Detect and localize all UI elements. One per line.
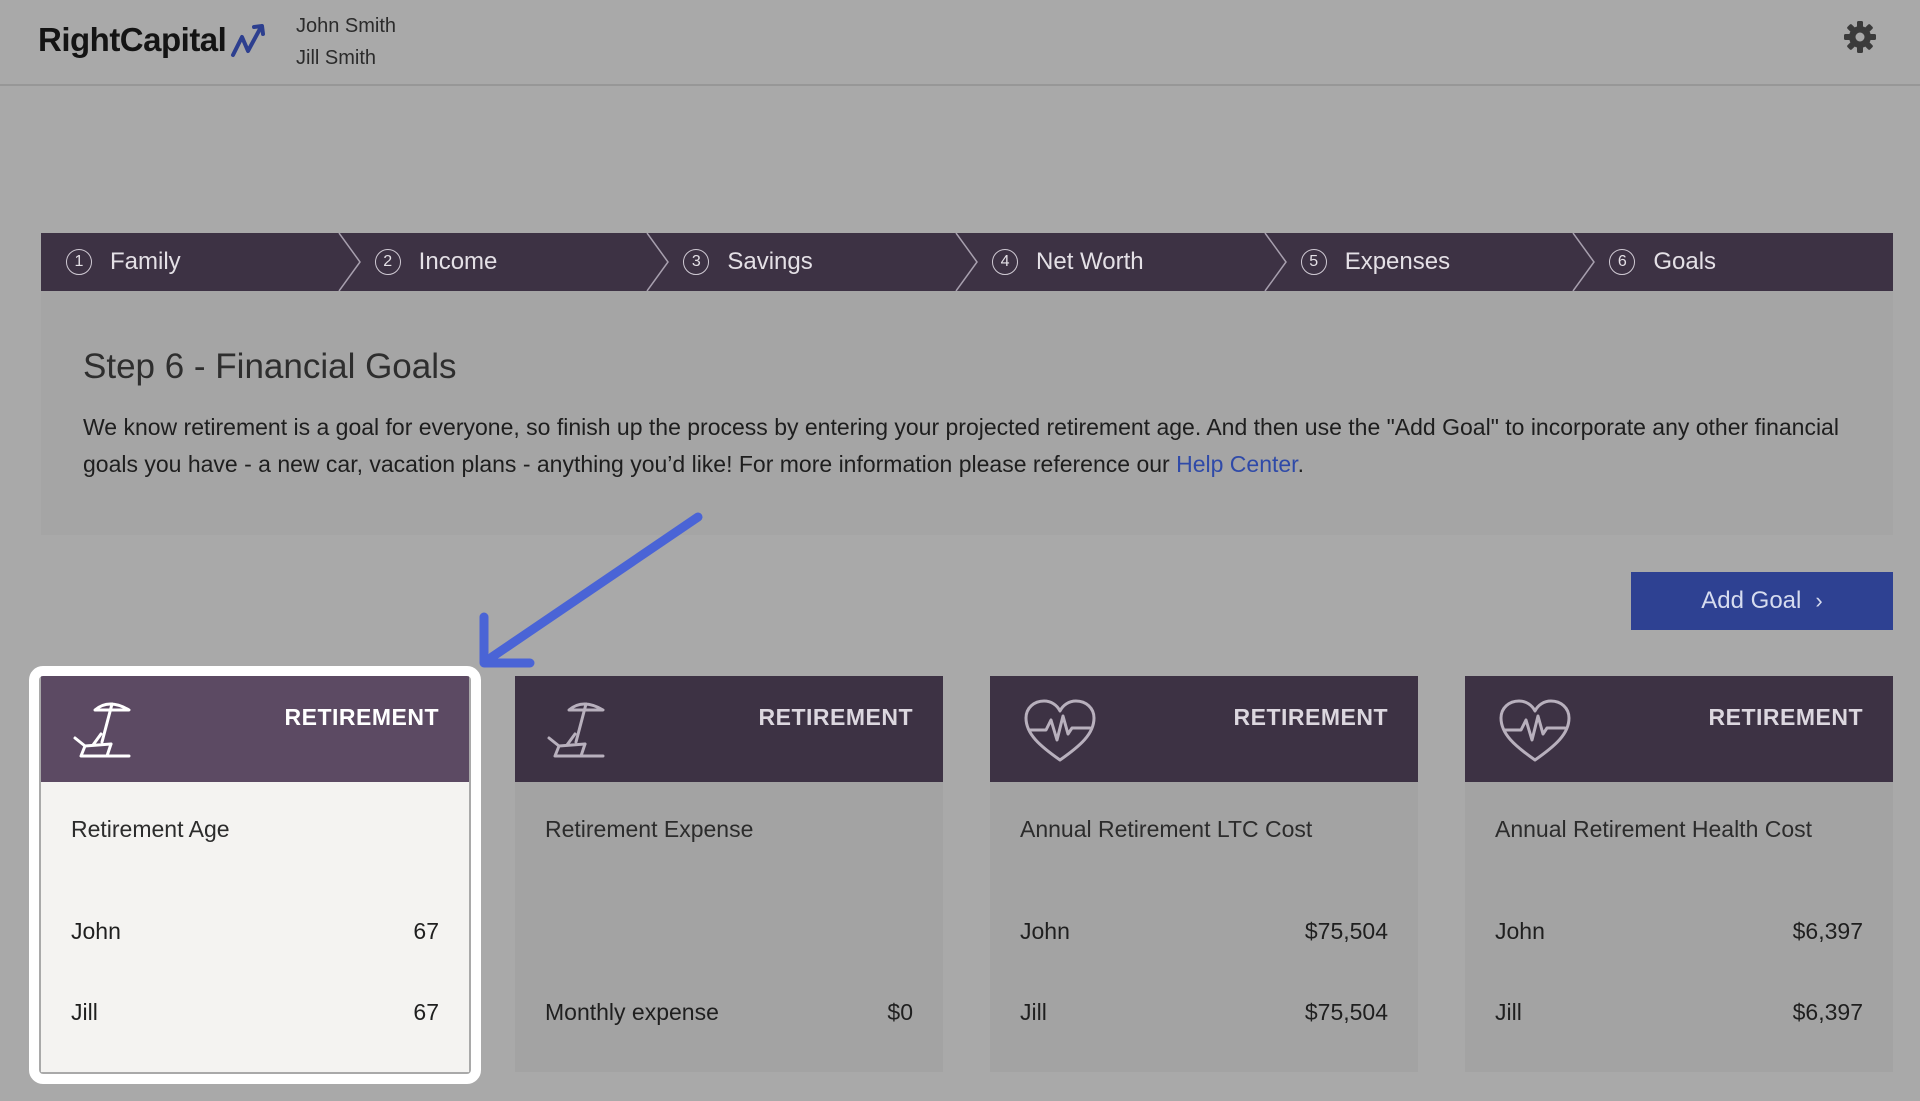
card-row: John $75,504 [1020,918,1388,945]
step-goals[interactable]: 6 Goals [1584,233,1893,291]
goal-category-tag: RETIREMENT [284,704,439,730]
logo[interactable]: RightCapital [38,20,272,60]
card-row: John $6,397 [1495,918,1863,945]
household-names: John Smith Jill Smith [296,10,396,74]
logo-text: RightCapital [38,21,227,58]
step-number: 5 [1300,249,1327,275]
step-number: 1 [66,249,92,275]
chevron-right-icon [1264,233,1287,291]
row-value: $6,397 [1792,999,1863,1025]
help-center-link[interactable]: Help Center [1176,451,1297,477]
onboarding-stepper: 1 Family 2 Income 3 Savings 4 Net Worth … [41,233,1893,291]
heart-pulse-icon [1499,699,1571,762]
card-row: Jill $75,504 [1020,999,1388,1026]
row-value: $6,397 [1792,918,1863,944]
step-number: 2 [374,249,401,275]
step-label: Savings [727,248,813,275]
step-description: We know retirement is a goal for everyon… [83,409,1843,483]
card-title: Annual Retirement Health Cost [1495,816,1813,842]
app-header: RightCapital John Smith Jill Smith [0,0,1920,86]
tutorial-arrow-icon [479,512,703,668]
row-label: Jill [71,999,98,1025]
page-title: Step 6 - Financial Goals [83,347,457,386]
row-label: Jill [1020,999,1047,1025]
card-header: RETIREMENT [990,676,1418,782]
description-text: We know retirement is a goal for everyon… [83,414,1839,477]
card-title: Retirement Age [71,816,230,842]
add-goal-button[interactable]: Add Goal › [1631,572,1893,630]
chevron-right-icon [646,233,670,291]
step-number: 3 [683,249,710,275]
step-expenses[interactable]: 5 Expenses [1276,233,1596,291]
step-number: 4 [992,249,1019,275]
card-title: Retirement Expense [545,816,754,842]
chevron-right-icon [955,233,978,291]
row-label: Jill [1495,999,1522,1025]
step-label: Income [418,248,498,275]
chevron-right-icon [338,233,361,291]
description-end: . [1297,451,1304,477]
row-value: $0 [887,999,913,1025]
trend-arrow-icon [231,24,266,57]
goal-category-tag: RETIREMENT [1233,704,1388,730]
row-value: 67 [413,918,439,944]
step-income[interactable]: 2 Income [350,233,670,291]
card-row: Monthly expense $0 [545,999,913,1026]
row-label: John [71,918,121,944]
goal-category-tag: RETIREMENT [1708,704,1863,730]
card-row: John 67 [71,918,439,945]
step-info-panel: Step 6 - Financial Goals We know retirem… [41,291,1893,535]
step-label: Goals [1653,248,1717,275]
step-number: 6 [1609,249,1636,275]
row-label: Monthly expense [545,999,719,1025]
heart-pulse-icon [1024,699,1096,762]
goal-category-tag: RETIREMENT [758,704,913,730]
card-header: RETIREMENT [41,676,469,782]
beach-chair-icon [73,702,131,758]
row-label: John [1495,918,1545,944]
add-goal-label: Add Goal [1701,587,1802,614]
goal-card-health-cost[interactable]: RETIREMENT Annual Retirement Health Cost… [1465,676,1893,1072]
client-name: Jill Smith [296,47,377,69]
step-family[interactable]: 1 Family [41,233,361,291]
client-name: John Smith [296,15,397,37]
chevron-right-icon: › [1815,588,1823,613]
step-savings[interactable]: 3 Savings [658,233,978,291]
card-row: Jill $6,397 [1495,999,1863,1026]
row-value: 67 [413,999,439,1025]
step-label: Expenses [1344,248,1451,275]
beach-chair-icon [547,702,605,758]
goal-card-retirement-age[interactable]: RETIREMENT Retirement Age John 67 Jill 6… [41,676,469,1072]
step-label: Net Worth [1036,248,1144,275]
step-label: Family [110,248,181,275]
row-value: $75,504 [1304,999,1388,1025]
card-header: RETIREMENT [1465,676,1893,782]
row-label: John [1020,918,1070,944]
card-row: Jill 67 [71,999,439,1026]
goal-card-retirement-expense[interactable]: RETIREMENT Retirement Expense Monthly ex… [515,676,943,1072]
step-net-worth[interactable]: 4 Net Worth [967,233,1287,291]
card-title: Annual Retirement LTC Cost [1020,816,1313,842]
goal-card-ltc-cost[interactable]: RETIREMENT Annual Retirement LTC Cost Jo… [990,676,1418,1072]
chevron-right-icon [1572,233,1596,291]
gear-icon[interactable] [1843,20,1877,54]
card-header: RETIREMENT [515,676,943,782]
row-value: $75,504 [1304,918,1388,944]
